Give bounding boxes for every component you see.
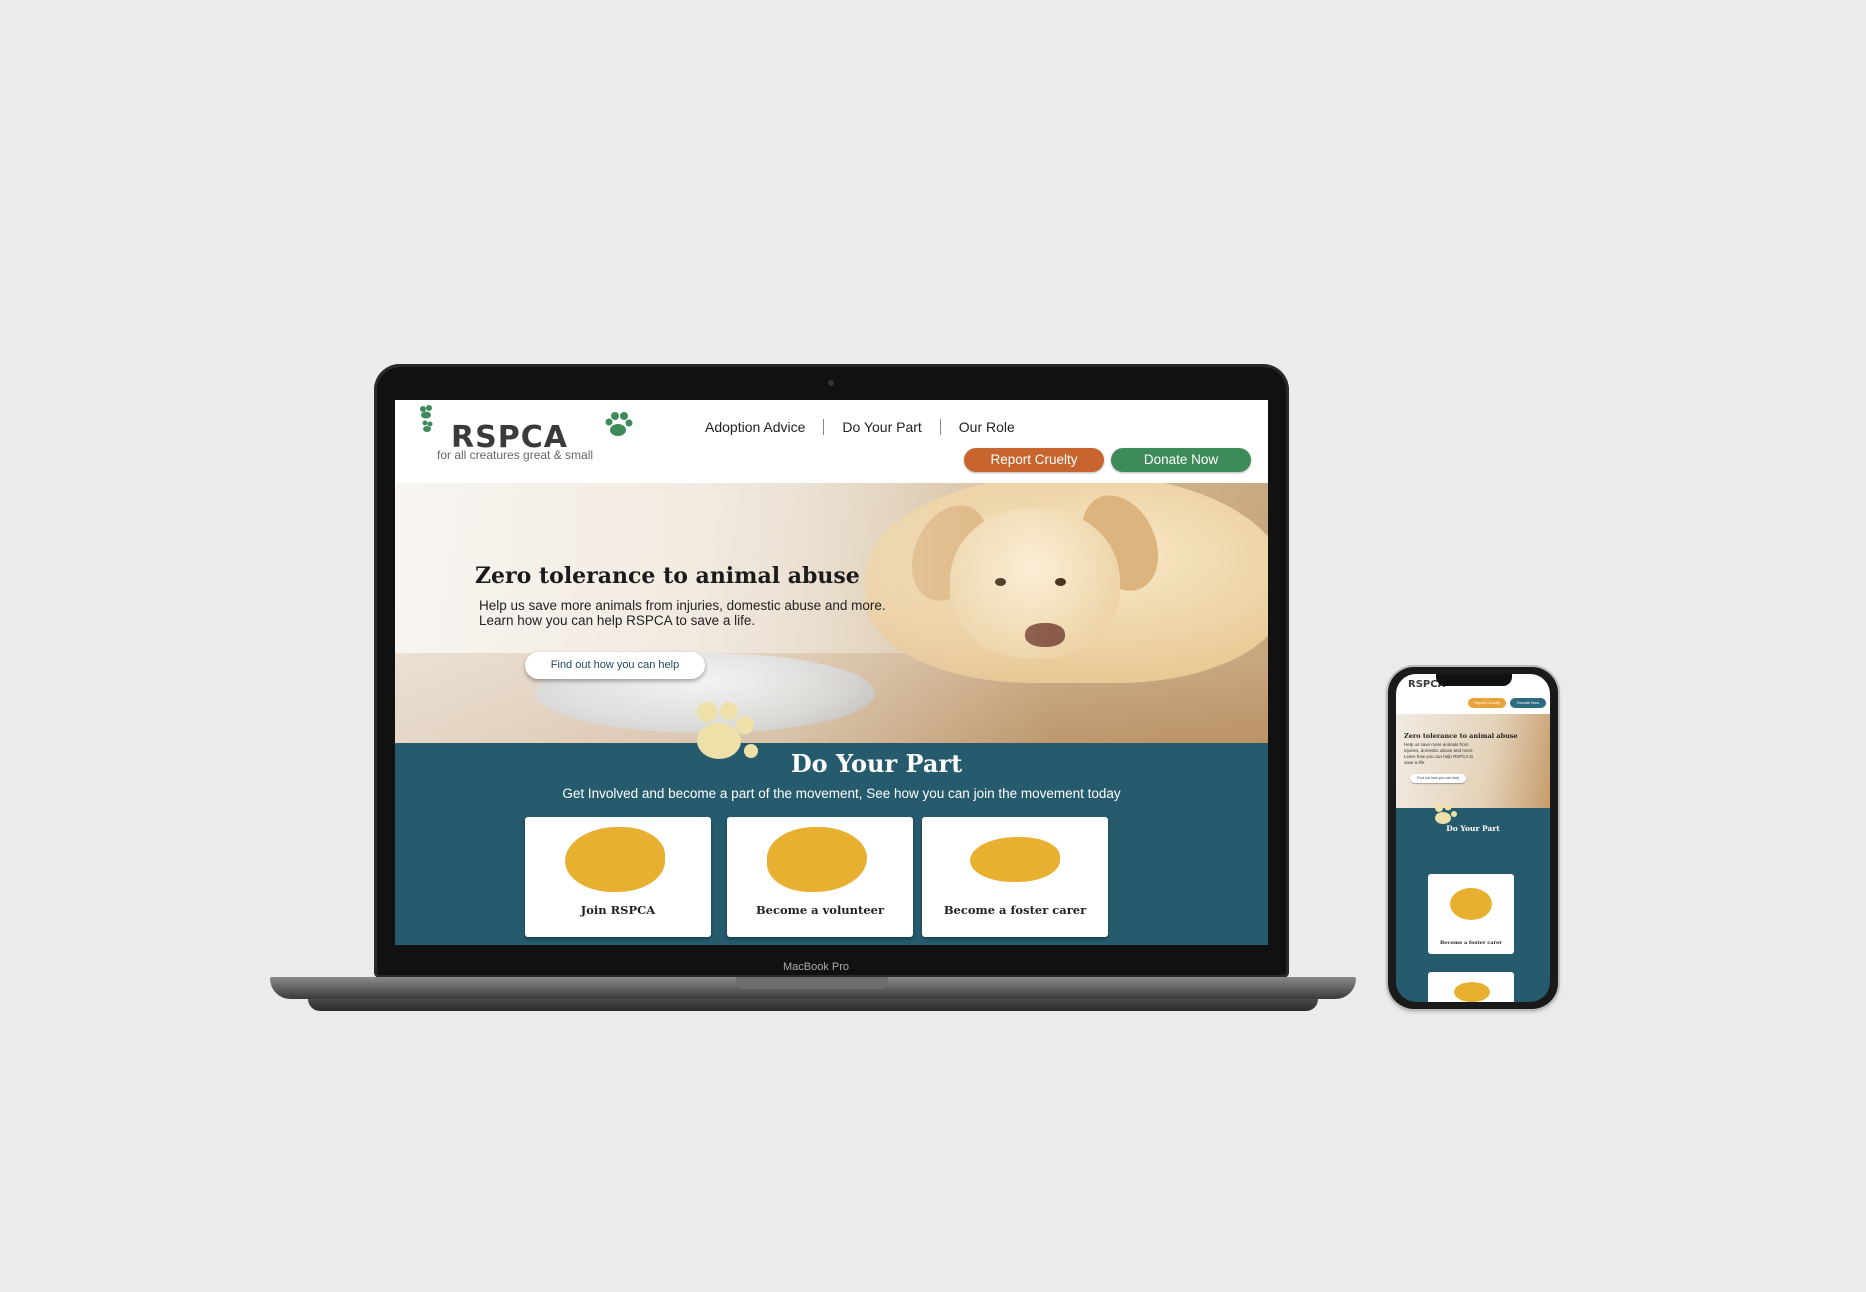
hero-title: Zero tolerance to animal abuse (475, 563, 860, 589)
section-subtitle: Get Involved and become a part of the mo… (562, 786, 1121, 801)
paw-icon (1435, 803, 1457, 824)
card-become-foster-carer[interactable]: Become a foster carer (922, 817, 1108, 937)
phone-hero-button[interactable]: Find out how you can help (1410, 774, 1466, 783)
card-become-volunteer[interactable]: Become a volunteer (727, 817, 913, 937)
phone-hero-text: Help us save more animals from injuries,… (1404, 742, 1474, 765)
phone-hero-title: Zero tolerance to animal abuse (1404, 732, 1518, 740)
do-your-part-section: Do Your Part Get Involved and become a p… (395, 702, 1268, 945)
laptop-camera (828, 380, 834, 386)
volunteer-hands-icon (767, 827, 867, 892)
device-label: MacBook Pro (782, 961, 850, 973)
phone-screen: RSPCA Report Cruelty Donate Now Zero tol… (1396, 674, 1550, 1002)
phone-card-next[interactable] (1428, 972, 1514, 1002)
main-nav: Adoption Advice Do Your Part Our Role (687, 419, 1033, 435)
europe-map-icon (565, 827, 665, 892)
card-join-rspca[interactable]: Join RSPCA (525, 817, 711, 937)
find-out-how-button[interactable]: Find out how you can help (525, 652, 705, 679)
nav-our-role[interactable]: Our Role (941, 419, 1033, 435)
report-cruelty-button[interactable]: Report Cruelty (964, 448, 1104, 472)
phone-notch (1436, 674, 1512, 686)
card-label: Become a foster carer (943, 903, 1087, 917)
card-label: Join RSPCA (580, 903, 656, 917)
nav-adoption-advice[interactable]: Adoption Advice (687, 419, 823, 435)
paw-icon (420, 405, 433, 432)
site-header: RSPCA for all creatures great & small Ad… (395, 400, 1268, 483)
donate-now-button[interactable]: Donate Now (1111, 448, 1251, 472)
globe-icon (1450, 888, 1492, 920)
hero-text: Help us save more animals from injuries,… (479, 598, 886, 628)
card-label: Become a foster carer (1440, 940, 1502, 946)
hero-banner: Zero tolerance to animal abuse Help us s… (395, 483, 1268, 743)
paw-icon (605, 412, 633, 436)
globe-icon (970, 837, 1060, 882)
nav-do-your-part[interactable]: Do Your Part (824, 419, 939, 435)
phone-donate-button[interactable]: Donate Now (1510, 698, 1546, 708)
logo-tagline: for all creatures great & small (437, 448, 594, 462)
section-title: Do Your Part (790, 749, 963, 778)
phone-card-foster[interactable]: Become a foster carer (1428, 874, 1514, 954)
phone-report-button[interactable]: Report Cruelty (1468, 698, 1506, 708)
laptop-screen: RSPCA for all creatures great & small Ad… (395, 400, 1268, 945)
phone-section-title: Do Your Part (1446, 824, 1500, 833)
card-icon (1454, 982, 1490, 1002)
laptop-notch (736, 977, 888, 989)
card-label: Become a volunteer (755, 903, 885, 917)
